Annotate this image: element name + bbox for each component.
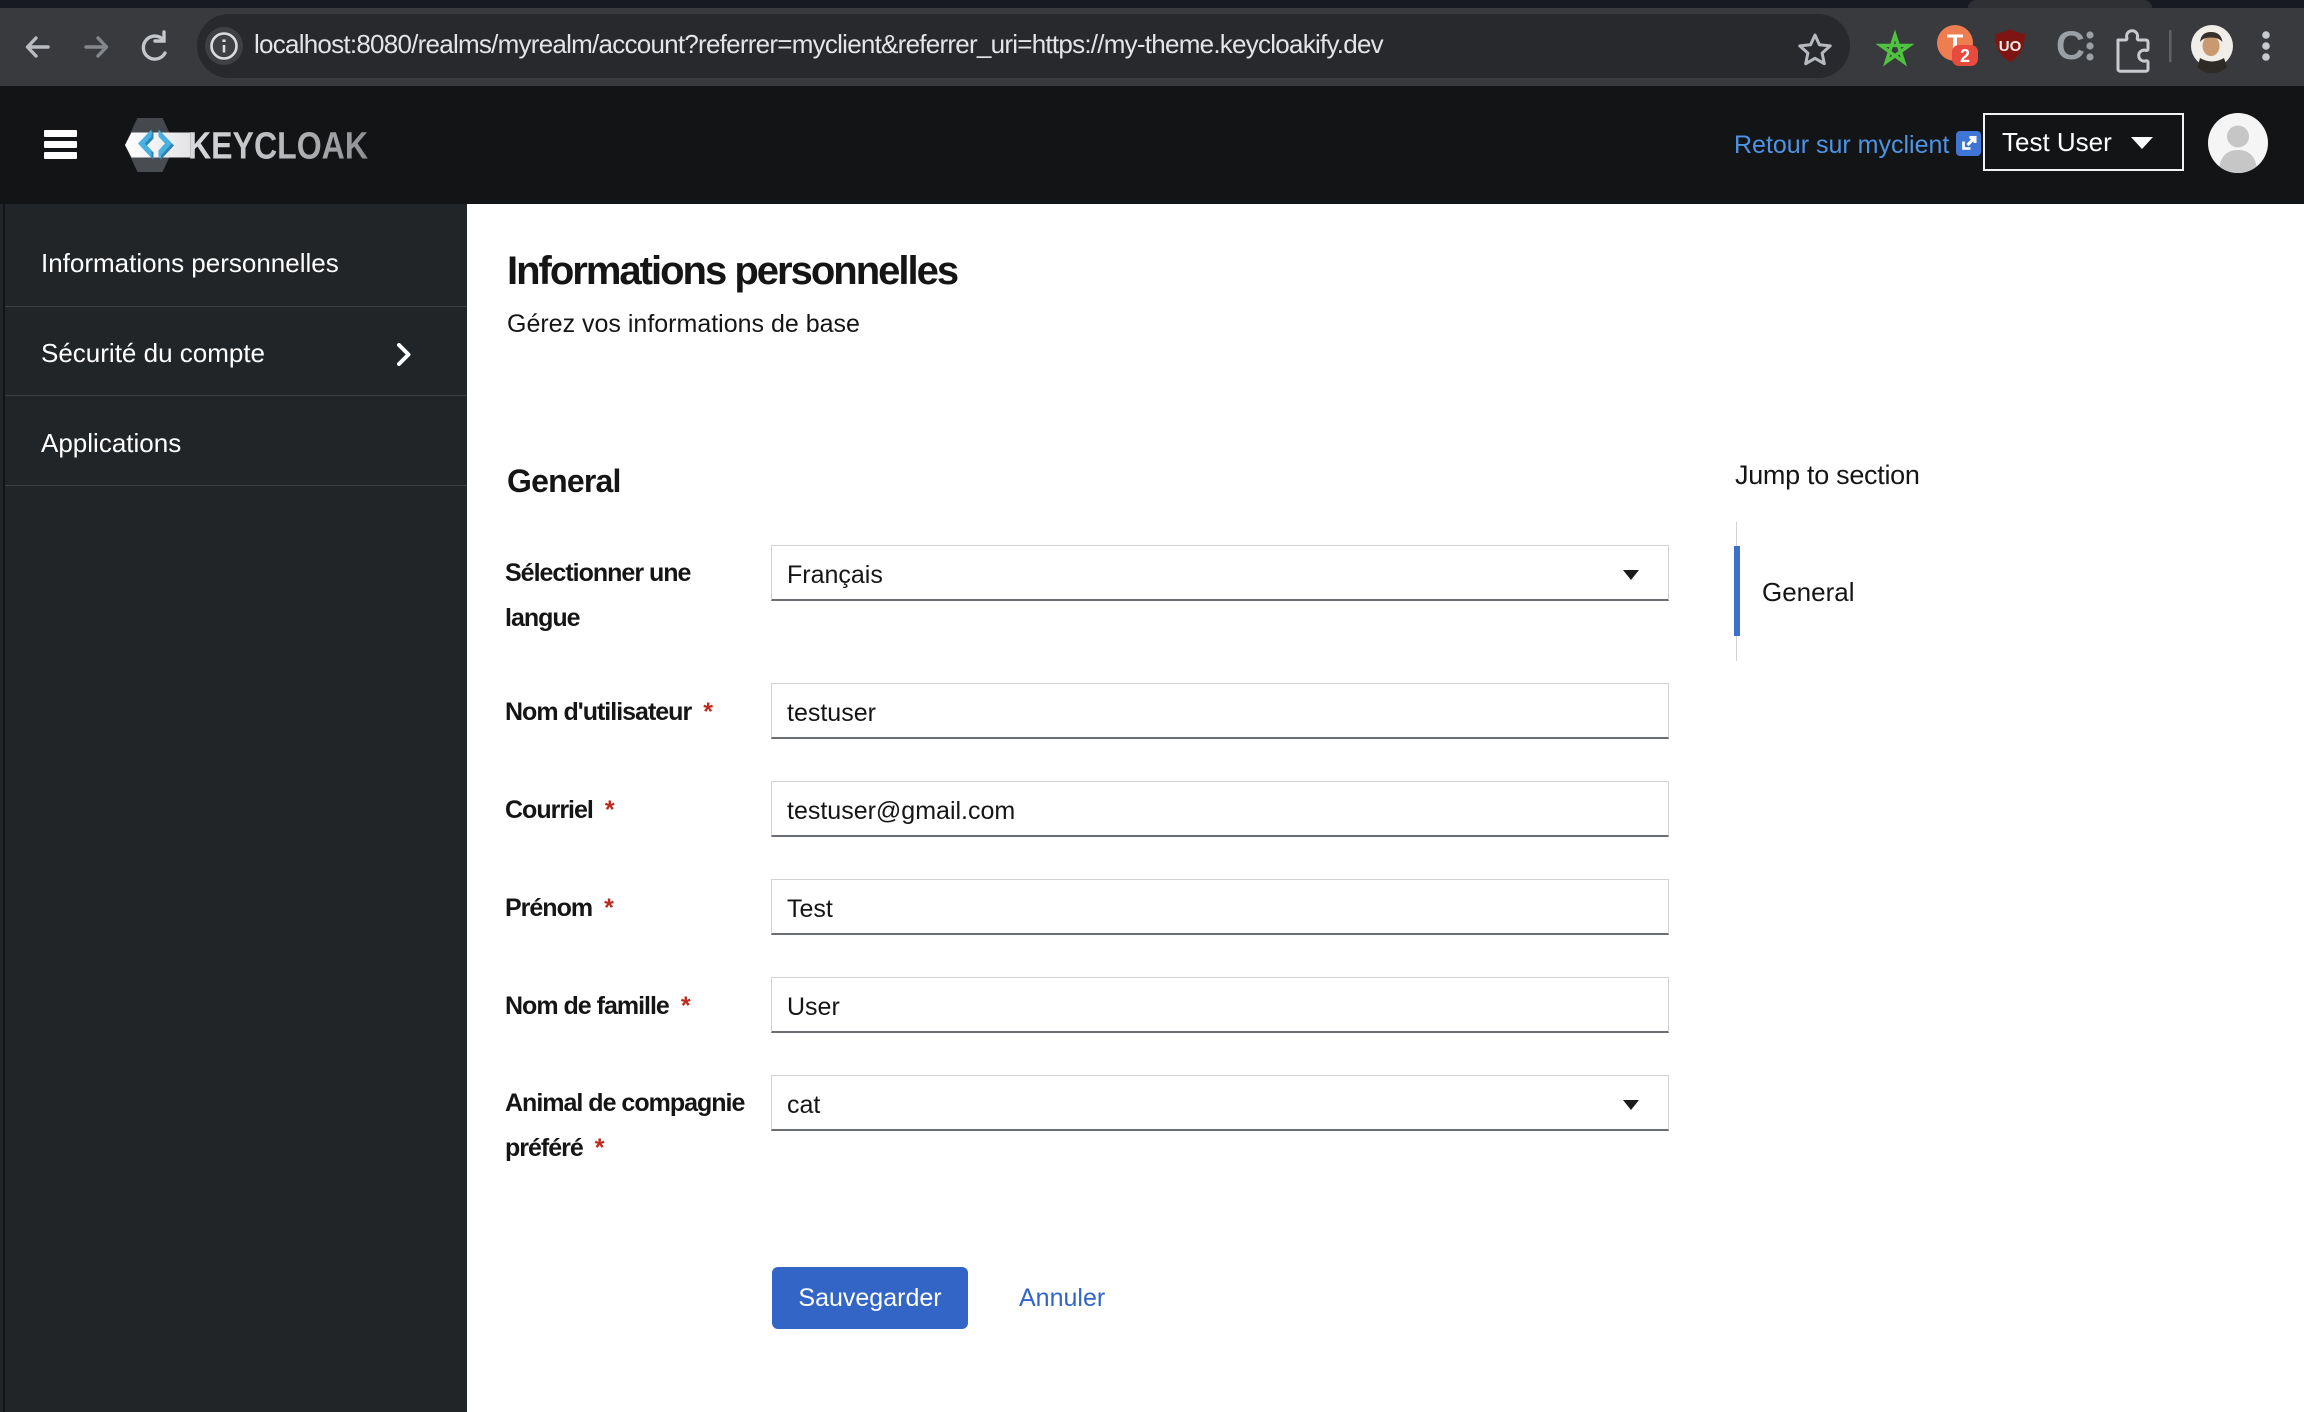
svg-text:C: C: [2056, 24, 2085, 68]
svg-text:UO: UO: [1999, 38, 2022, 55]
svg-text:KEYCLOAK: KEYCLOAK: [188, 126, 368, 168]
svg-text:2: 2: [1960, 46, 1970, 66]
